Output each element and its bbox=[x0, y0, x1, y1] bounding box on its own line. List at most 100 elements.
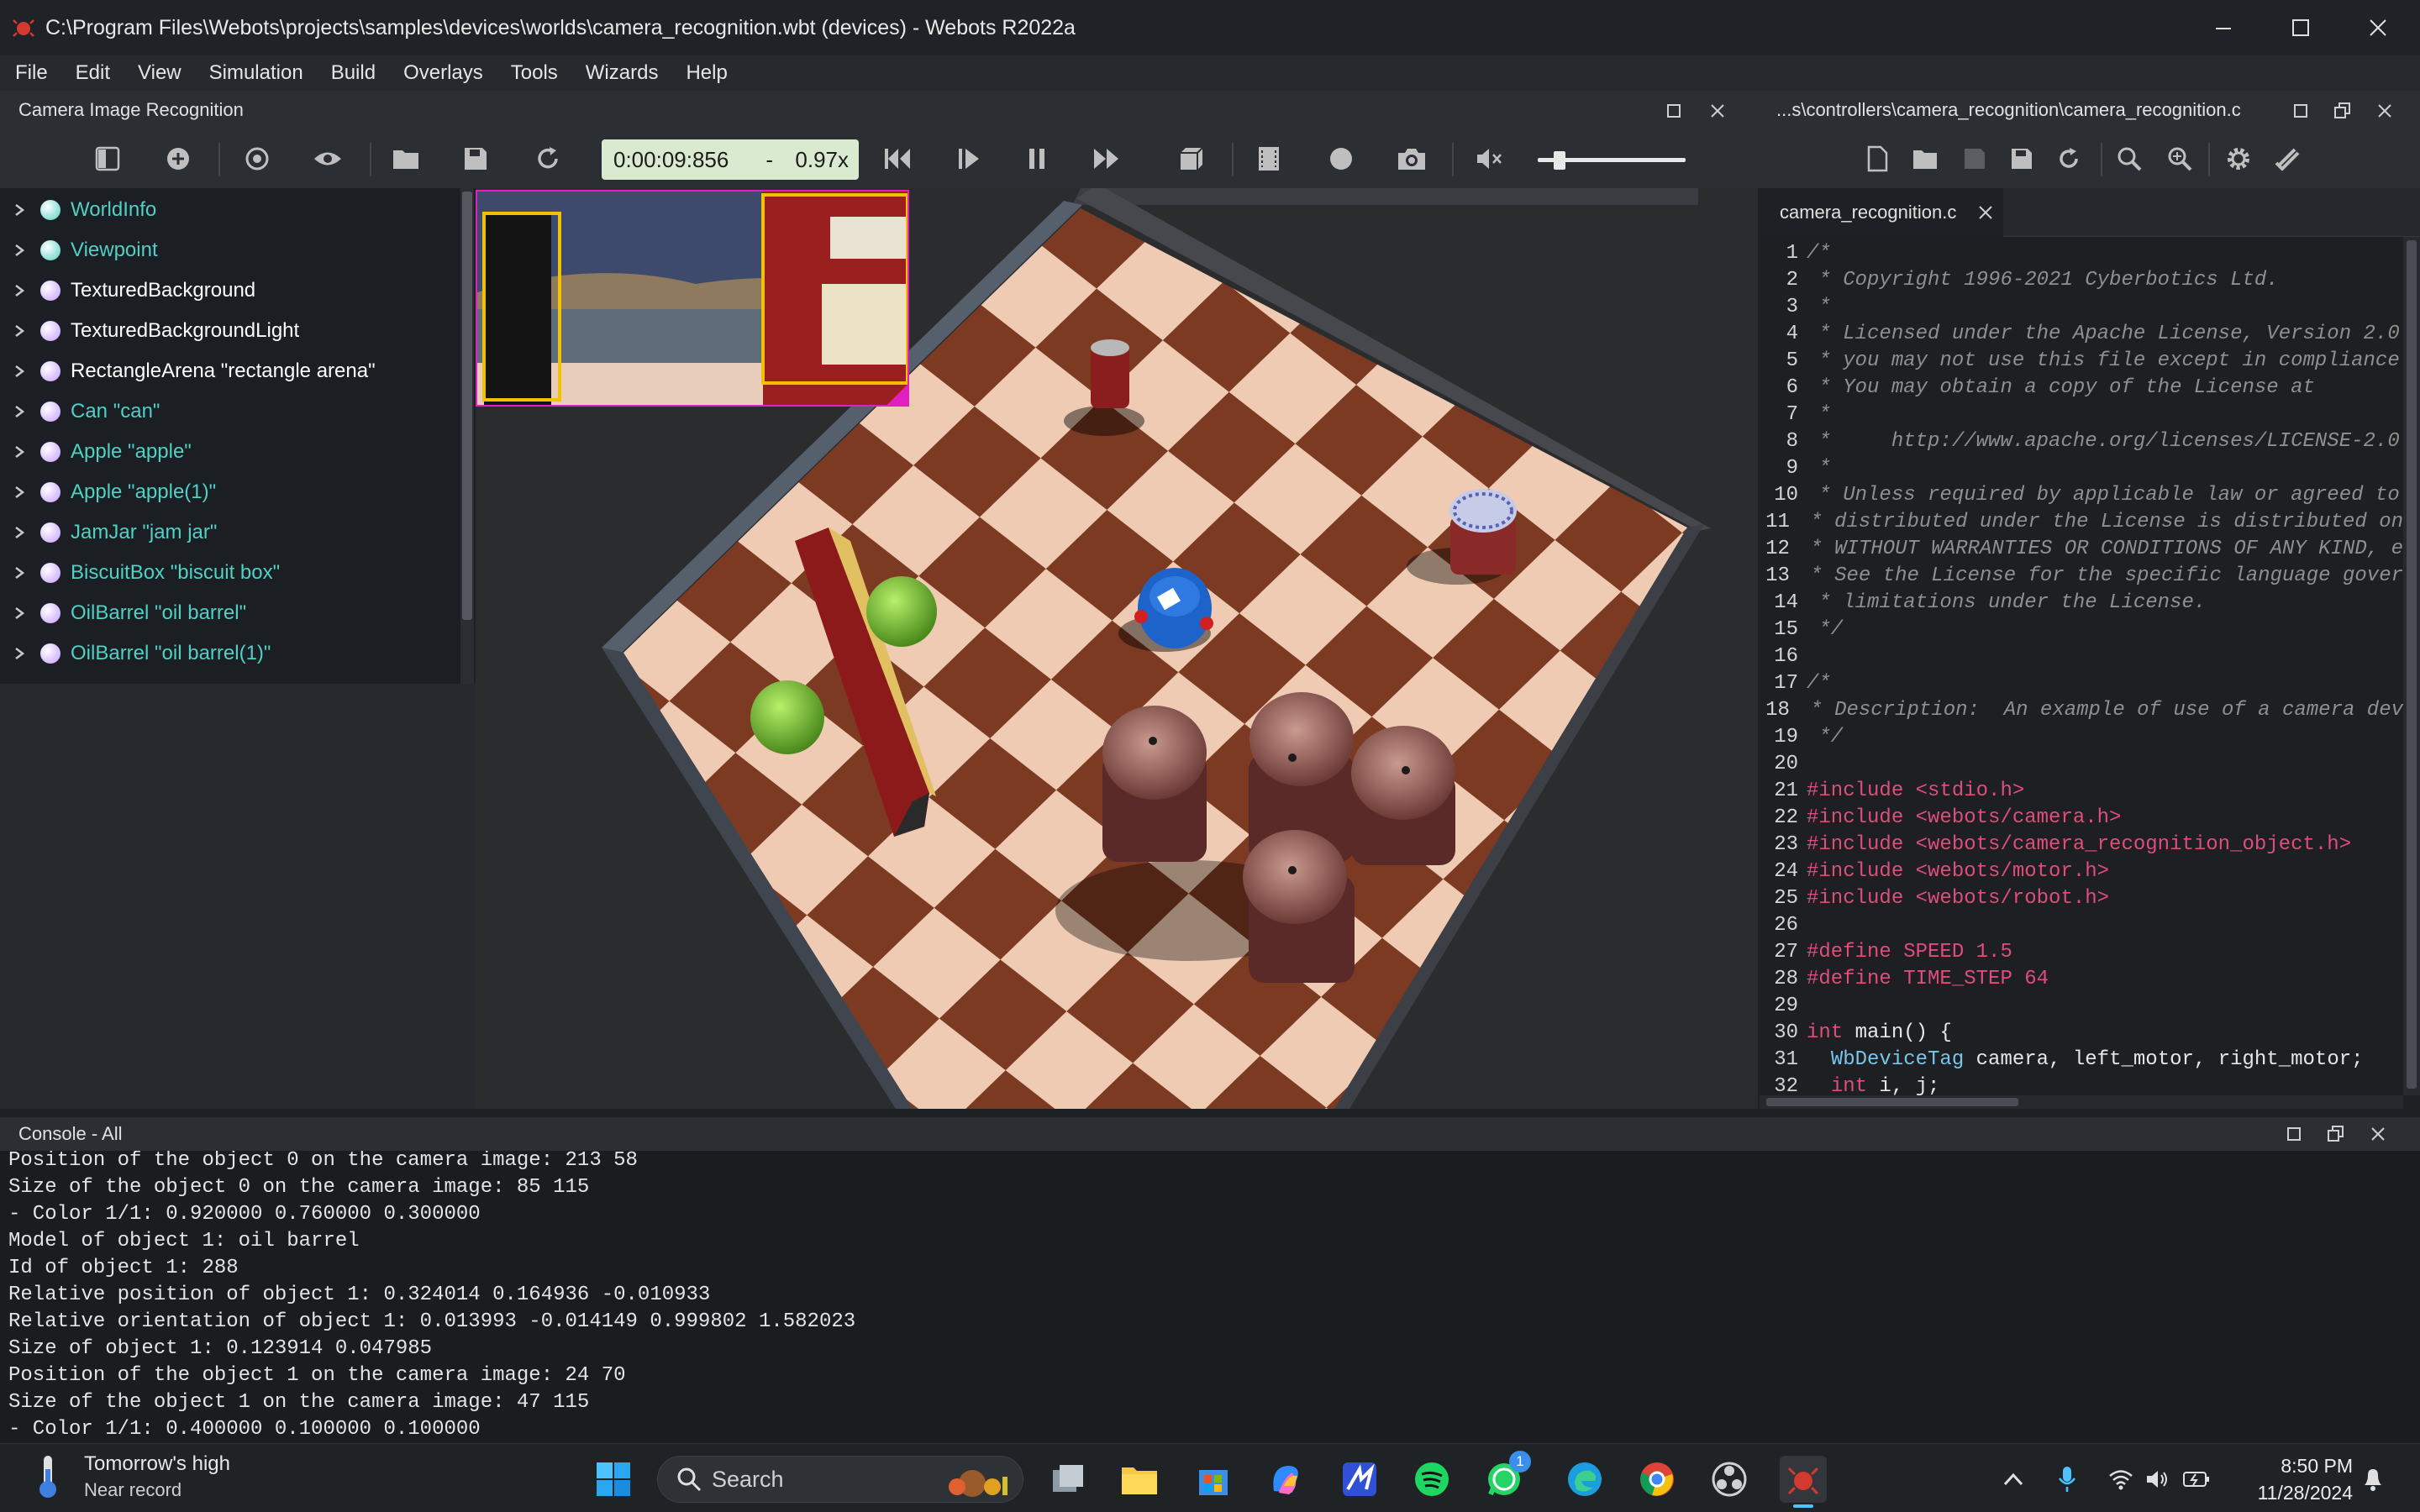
code-line[interactable]: 32 int i, j; bbox=[1760, 1075, 2403, 1095]
scene-tree-node[interactable]: BiscuitBox "biscuit box" bbox=[0, 554, 454, 591]
menu-view[interactable]: View bbox=[138, 61, 182, 85]
scene-tree-node[interactable]: RectangleArena "rectangle arena" bbox=[0, 353, 454, 390]
screenshot-button[interactable] bbox=[1393, 140, 1430, 177]
show-hidden-icons-button[interactable] bbox=[1990, 1456, 2037, 1503]
code-line[interactable]: 2 * Copyright 1996-2021 Cyberbotics Ltd. bbox=[1760, 269, 2403, 296]
obs-button[interactable] bbox=[1706, 1456, 1753, 1503]
copilot-button[interactable] bbox=[1262, 1456, 1309, 1503]
open-world-button[interactable] bbox=[388, 140, 425, 177]
scene-tree-node[interactable]: Apple "apple" bbox=[0, 433, 454, 470]
chevron-right-icon[interactable] bbox=[13, 243, 25, 258]
notifications-button[interactable] bbox=[2349, 1456, 2396, 1503]
viewer-close-button[interactable] bbox=[1706, 99, 1729, 123]
code-line[interactable]: 28 #define TIME_STEP 64 bbox=[1760, 968, 2403, 995]
save-world-button[interactable] bbox=[457, 140, 494, 177]
editor-undock-button[interactable] bbox=[2331, 99, 2354, 123]
code-line[interactable]: 9 * bbox=[1760, 457, 2403, 484]
scene-tree-node[interactable]: WorldInfo bbox=[0, 192, 454, 228]
code-line[interactable]: 18 * Description: An example of use of a… bbox=[1760, 699, 2403, 726]
code-line[interactable]: 15 */ bbox=[1760, 618, 2403, 645]
find-button[interactable] bbox=[2111, 140, 2148, 177]
maximize-button[interactable] bbox=[2262, 0, 2339, 55]
console-undock-button[interactable] bbox=[2324, 1122, 2348, 1146]
volume-handle[interactable] bbox=[1554, 151, 1565, 170]
reset-viewpoint-button[interactable] bbox=[239, 140, 276, 177]
chevron-right-icon[interactable] bbox=[13, 283, 25, 298]
editor-maximize-button[interactable] bbox=[2289, 99, 2312, 123]
edge-button[interactable] bbox=[1561, 1456, 1608, 1503]
editor-close-button[interactable] bbox=[2373, 99, 2396, 123]
view-options-button[interactable] bbox=[309, 140, 346, 177]
rendering-button[interactable] bbox=[1173, 140, 1210, 177]
chrome-button[interactable] bbox=[1634, 1456, 1681, 1503]
chevron-right-icon[interactable] bbox=[13, 404, 25, 419]
weather-widget[interactable]: Tomorrow's high Near record bbox=[30, 1451, 230, 1501]
close-tab-icon[interactable] bbox=[1978, 205, 1993, 220]
visual-studio-button[interactable] bbox=[1336, 1456, 1383, 1503]
pause-button[interactable] bbox=[1018, 140, 1055, 177]
code-line[interactable]: 25 #include <webots/robot.h> bbox=[1760, 887, 2403, 914]
scene-tree-node[interactable]: JamJar "jam jar" bbox=[0, 514, 454, 551]
code-line[interactable]: 1 /* bbox=[1760, 242, 2403, 269]
viewer-float-button[interactable] bbox=[1662, 99, 1686, 123]
scene-tree-node[interactable]: Apple "apple(1)" bbox=[0, 474, 454, 511]
scrollbar-thumb[interactable] bbox=[462, 192, 472, 620]
scrollbar-thumb[interactable] bbox=[2407, 240, 2417, 1089]
step-button[interactable] bbox=[951, 140, 988, 177]
chevron-right-icon[interactable] bbox=[13, 444, 25, 459]
close-window-button[interactable] bbox=[2339, 0, 2417, 55]
add-node-button[interactable] bbox=[160, 140, 197, 177]
chevron-right-icon[interactable] bbox=[13, 202, 25, 218]
code-line[interactable]: 24 #include <webots/motor.h> bbox=[1760, 860, 2403, 887]
code-line[interactable]: 12 * WITHOUT WARRANTIES OR CONDITIONS OF… bbox=[1760, 538, 2403, 564]
editor-vertical-scrollbar[interactable] bbox=[2403, 237, 2420, 1095]
revert-file-button[interactable] bbox=[2050, 140, 2087, 177]
microphone-button[interactable] bbox=[2044, 1456, 2091, 1503]
save-file-button[interactable] bbox=[1956, 140, 1993, 177]
fast-forward-button[interactable] bbox=[1089, 140, 1126, 177]
code-line[interactable]: 14 * limitations under the License. bbox=[1760, 591, 2403, 618]
scene-tree-node[interactable]: Viewpoint bbox=[0, 232, 454, 269]
code-line[interactable]: 26 bbox=[1760, 914, 2403, 941]
console-output[interactable]: Position of the object 0 on the camera i… bbox=[0, 1151, 2420, 1443]
chevron-right-icon[interactable] bbox=[13, 606, 25, 621]
scene-tree-node[interactable]: OilBarrel "oil barrel(2)" bbox=[0, 675, 454, 684]
menu-tools[interactable]: Tools bbox=[511, 61, 558, 85]
reset-simulation-button[interactable] bbox=[879, 140, 916, 177]
code-line[interactable]: 31 WbDeviceTag camera, left_motor, right… bbox=[1760, 1048, 2403, 1075]
clean-button[interactable] bbox=[2269, 140, 2306, 177]
camera-overlay[interactable] bbox=[476, 190, 909, 407]
menu-help[interactable]: Help bbox=[686, 61, 727, 85]
menu-overlays[interactable]: Overlays bbox=[403, 61, 483, 85]
code-line[interactable]: 23 #include <webots/camera_recognition_ob… bbox=[1760, 833, 2403, 860]
whatsapp-button[interactable]: 1 bbox=[1481, 1451, 1531, 1503]
menu-simulation[interactable]: Simulation bbox=[209, 61, 303, 85]
code-line[interactable]: 13 * See the License for the specific la… bbox=[1760, 564, 2403, 591]
reload-world-button[interactable] bbox=[529, 140, 566, 177]
console-close-button[interactable] bbox=[2366, 1122, 2390, 1146]
task-view-button[interactable] bbox=[1044, 1456, 1091, 1503]
code-line[interactable]: 17 /* bbox=[1760, 672, 2403, 699]
webots-taskbar-button[interactable] bbox=[1780, 1456, 1827, 1508]
code-line[interactable]: 6 * You may obtain a copy of the License… bbox=[1760, 376, 2403, 403]
code-line[interactable]: 4 * Licensed under the Apache License, V… bbox=[1760, 323, 2403, 349]
menu-build[interactable]: Build bbox=[331, 61, 376, 85]
open-file-button[interactable] bbox=[1907, 140, 1944, 177]
build-settings-button[interactable] bbox=[2220, 140, 2257, 177]
overlay-resize-handle[interactable] bbox=[887, 385, 908, 405]
microsoft-store-button[interactable] bbox=[1190, 1456, 1237, 1503]
code-line[interactable]: 30 int main() { bbox=[1760, 1021, 2403, 1048]
minimize-button[interactable] bbox=[2185, 0, 2262, 55]
code-line[interactable]: 8 * http://www.apache.org/licenses/LICEN… bbox=[1760, 430, 2403, 457]
scene-tree-scrollbar[interactable] bbox=[460, 188, 474, 684]
volume-slider[interactable] bbox=[1538, 151, 1686, 170]
code-line[interactable]: 22 #include <webots/camera.h> bbox=[1760, 806, 2403, 833]
scrollbar-thumb[interactable] bbox=[1766, 1098, 2018, 1106]
new-file-button[interactable] bbox=[1859, 140, 1896, 177]
editor-horizontal-scrollbar[interactable] bbox=[1760, 1095, 2403, 1109]
scene-tree-node[interactable]: Can "can" bbox=[0, 393, 454, 430]
chevron-right-icon[interactable] bbox=[13, 485, 25, 500]
scene-tree-node[interactable]: OilBarrel "oil barrel(1)" bbox=[0, 635, 454, 672]
code-line[interactable]: 5 * you may not use this file except in … bbox=[1760, 349, 2403, 376]
code-line[interactable]: 19 */ bbox=[1760, 726, 2403, 753]
